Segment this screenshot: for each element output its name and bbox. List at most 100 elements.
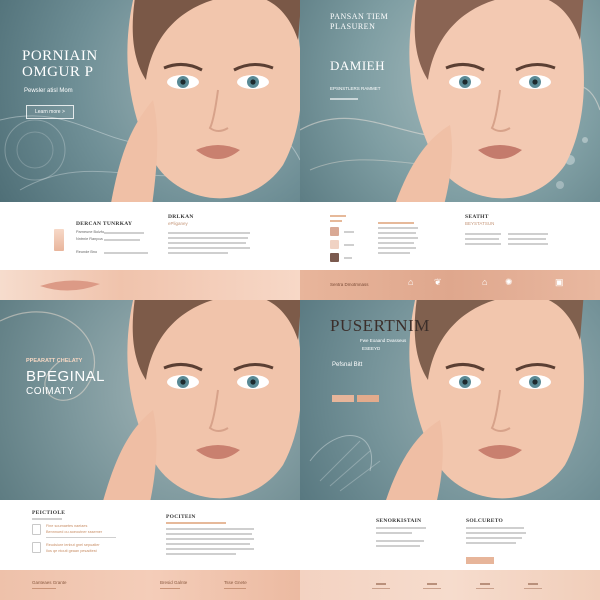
text-line bbox=[378, 252, 410, 254]
text-line bbox=[378, 232, 416, 234]
text-line bbox=[104, 232, 144, 234]
text-line bbox=[465, 233, 501, 235]
text-line bbox=[166, 548, 254, 550]
panel-landing-1: PORNIAIN OMGUR P Pewsler atisl Mom Learn… bbox=[0, 0, 300, 300]
product-image bbox=[54, 229, 64, 251]
hero-line bbox=[330, 98, 358, 100]
text-line bbox=[376, 545, 420, 547]
text-line bbox=[376, 540, 424, 542]
section-title: PEICTIOLE bbox=[32, 510, 66, 516]
footer-bar: Sentra Dmotmnass ⌂ ❦ ⌂ ✺ ▣ bbox=[300, 270, 600, 300]
leaf-icon[interactable]: ❦ bbox=[434, 277, 442, 288]
hero-subtitle: Pewsler atisl Mom bbox=[24, 88, 73, 94]
text-line bbox=[344, 231, 354, 233]
text-line bbox=[376, 532, 412, 534]
building-icon[interactable]: ⌂ bbox=[482, 277, 487, 287]
panel-landing-2: PANSAN TIEM PLASUREN DAMIEH EPSNSTLERS R… bbox=[300, 0, 600, 300]
text-line bbox=[168, 232, 250, 234]
text-line bbox=[168, 247, 250, 249]
factory-icon[interactable]: ⌂ bbox=[408, 277, 413, 287]
text-line bbox=[378, 227, 418, 229]
text-line bbox=[344, 244, 354, 246]
footer-icon-line[interactable] bbox=[480, 583, 490, 585]
hero-section: PUSERTNIM Fwe Eoaand Dvasseus ESEEYD Pef… bbox=[300, 300, 600, 500]
text-line bbox=[104, 252, 148, 254]
footer-link[interactable]: Bresid Galnte bbox=[160, 580, 187, 585]
text-line bbox=[224, 588, 246, 589]
text-line bbox=[508, 233, 548, 235]
text-line bbox=[378, 237, 418, 239]
hero-section: PORNIAIN OMGUR P Pewsler atisl Mom Learn… bbox=[0, 0, 300, 202]
text-line bbox=[166, 538, 254, 540]
footer-bar bbox=[300, 570, 600, 600]
text-line bbox=[466, 532, 526, 534]
product-section: SEATHT BEYSTATSUN bbox=[300, 202, 600, 270]
section-subtitle: ePliganey bbox=[168, 221, 188, 226]
model-portrait-image bbox=[103, 300, 300, 500]
section-title: DRLKAN bbox=[168, 214, 194, 220]
learn-more-button[interactable] bbox=[466, 557, 494, 564]
hero-kicker-line2: PLASUREN bbox=[330, 22, 376, 31]
hero-title-line2: OMGUR P bbox=[22, 64, 94, 80]
product-line: Nntrnie Ranpoa bbox=[76, 237, 103, 241]
footer-text-line bbox=[423, 588, 441, 589]
text-line bbox=[168, 252, 228, 254]
product-section: DERCAN TUNRKAY Parneune Bolzfo Nntrnie R… bbox=[0, 202, 300, 270]
model-portrait-image bbox=[111, 0, 300, 202]
badge-icon[interactable]: ✺ bbox=[505, 277, 513, 288]
text-line bbox=[378, 247, 416, 249]
footer-icon-line[interactable] bbox=[376, 583, 386, 585]
text-line bbox=[168, 242, 246, 244]
section-title: SENORKISTAIN bbox=[376, 518, 422, 524]
footer-link[interactable]: Tsse Gnete bbox=[224, 580, 247, 585]
text-line bbox=[465, 243, 501, 245]
text-line bbox=[466, 537, 522, 539]
footer-link[interactable]: Ganteaes Grante bbox=[32, 580, 67, 585]
footer-icon-line[interactable] bbox=[528, 583, 538, 585]
hero-cta-button[interactable]: Learn more > bbox=[26, 105, 74, 119]
footer-text-line bbox=[524, 588, 542, 589]
section-subtitle: BEYSTATSUN bbox=[465, 221, 495, 226]
footer-icon-line[interactable] bbox=[427, 583, 437, 585]
product-line: Fine soumaetes naeiaes bbox=[46, 524, 88, 528]
product-line: Ilos qe ntouti geaan pesadtest bbox=[46, 549, 97, 553]
hero-primary-button[interactable] bbox=[332, 395, 354, 402]
text-line bbox=[508, 238, 546, 240]
hero-title: PORNIAIN bbox=[22, 48, 98, 64]
landing-page-collage: PORNIAIN OMGUR P Pewsler atisl Mom Learn… bbox=[0, 0, 600, 600]
text-line bbox=[166, 543, 250, 545]
section-title: SOLCURETO bbox=[466, 518, 504, 524]
text-line bbox=[376, 527, 426, 529]
product-thumb bbox=[330, 227, 339, 236]
hero-secondary-button[interactable] bbox=[357, 395, 379, 402]
product-line: Reunde Bno bbox=[76, 250, 98, 254]
hero-subtitle-line2: ESEEYD bbox=[362, 346, 381, 351]
text-line bbox=[32, 518, 62, 520]
hero-kicker: PANSAN TIEM bbox=[330, 12, 389, 21]
text-line bbox=[378, 242, 414, 244]
hero-title-line2: COIMATY bbox=[26, 386, 75, 397]
text-line bbox=[378, 222, 414, 224]
hero-kicker: PPEARATT CHELATY bbox=[26, 358, 83, 364]
footer-text-line bbox=[476, 588, 494, 589]
lips-closeup-image bbox=[40, 280, 100, 291]
box-icon[interactable]: ▣ bbox=[555, 277, 564, 288]
text-line bbox=[330, 220, 342, 222]
text-line bbox=[465, 238, 499, 240]
hero-subtitle: Fwe Eoaand Dvasseus bbox=[360, 338, 407, 343]
text-line bbox=[32, 588, 56, 589]
text-line bbox=[166, 522, 226, 524]
text-line bbox=[160, 588, 180, 589]
product-line: Bennnued ou aoeoutner sssemer bbox=[46, 530, 103, 534]
product-line: Reudsiure ienbut gnel sepuatler bbox=[46, 543, 100, 547]
product-thumb bbox=[330, 240, 339, 249]
info-section: SENORKISTAIN SOLCURETO bbox=[300, 500, 600, 570]
hero-title: PUSERTNIM bbox=[330, 316, 430, 335]
section-title: SEATHT bbox=[465, 214, 489, 220]
panel-landing-3: PPEARATT CHELATY BPEGINAL COIMATY PEICTI… bbox=[0, 300, 300, 600]
divider bbox=[46, 537, 116, 538]
product-thumb bbox=[330, 253, 339, 262]
hero-title: DAMIEH bbox=[330, 58, 385, 73]
model-portrait-image bbox=[395, 0, 584, 202]
text-line bbox=[344, 257, 352, 259]
